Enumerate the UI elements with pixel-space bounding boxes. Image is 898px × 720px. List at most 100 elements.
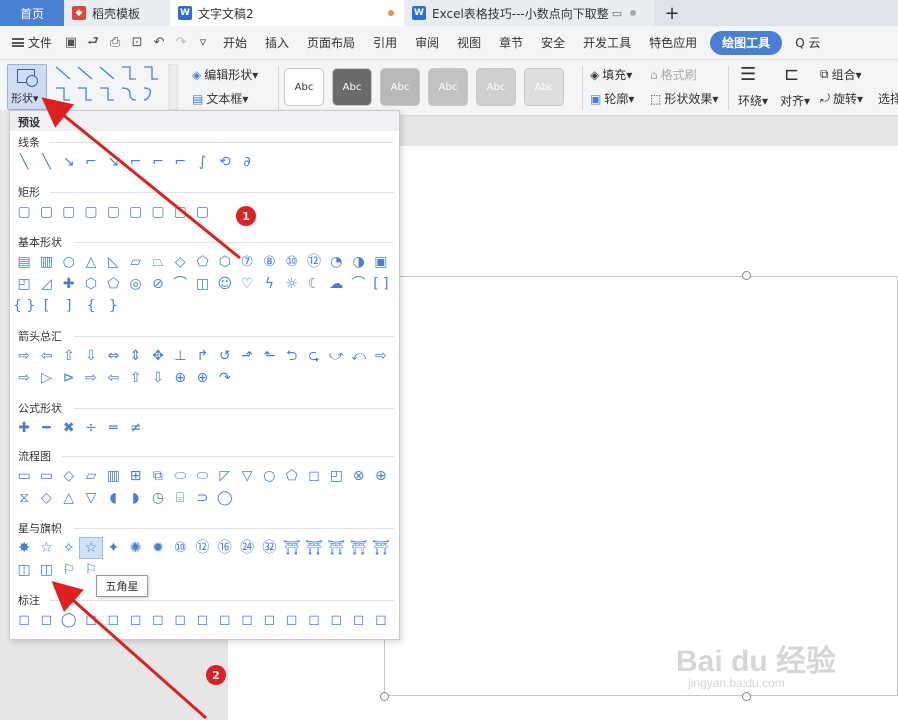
shape-option[interactable]: ▢ — [191, 202, 213, 222]
shape-option[interactable]: ◎ — [124, 274, 146, 294]
shape-option[interactable]: ⬑ — [258, 346, 280, 366]
shape-option[interactable]: ⇦ — [102, 368, 124, 388]
shape-option[interactable]: ↘ — [102, 152, 124, 172]
shape-option[interactable]: ⇨ — [13, 368, 35, 388]
shape-option[interactable]: ━ — [35, 418, 57, 438]
align-icon[interactable]: ⊏ — [784, 64, 799, 85]
shape-option[interactable]: ☼ — [281, 274, 303, 294]
more-icon[interactable]: ▿ — [192, 32, 214, 54]
shape-option[interactable]: ◻ — [169, 610, 191, 630]
shape-option[interactable]: ═ — [102, 418, 124, 438]
shape-option[interactable]: ⤺ — [347, 346, 369, 366]
shape-option[interactable]: ☆ — [78, 537, 104, 559]
shape-option[interactable]: ✦ — [102, 538, 124, 558]
shape-option[interactable]: ⇩ — [80, 346, 102, 366]
shape-option[interactable]: ◫ — [13, 560, 35, 580]
shape-option[interactable]: ◇ — [169, 252, 191, 272]
shape-option[interactable]: ♡ — [236, 274, 258, 294]
shape-option[interactable]: ▢ — [124, 202, 146, 222]
shape-option[interactable]: ↷ — [214, 368, 236, 388]
shape-option[interactable]: ✸ — [13, 538, 35, 558]
shape-option[interactable]: ⌐ — [147, 152, 169, 172]
shape-option[interactable]: ◻ — [124, 610, 146, 630]
shape-option[interactable]: ▣ — [370, 252, 392, 272]
shape-option[interactable]: ∫ — [191, 152, 213, 172]
shape-option[interactable]: ◻ — [370, 610, 392, 630]
export-icon[interactable]: ⮐ — [82, 32, 104, 54]
shape-option[interactable]: ⛩ — [281, 538, 303, 558]
shape-option[interactable]: ⌒ — [347, 274, 369, 294]
shape-option[interactable]: ◻ — [303, 466, 325, 486]
shape-option[interactable]: ▤ — [13, 252, 35, 272]
shape-option[interactable]: ⏢ — [147, 252, 169, 272]
shape-option[interactable]: ▱ — [80, 466, 102, 486]
shape-option[interactable]: ÷ — [80, 418, 102, 438]
shape-option[interactable]: ⛩ — [325, 538, 347, 558]
save-icon[interactable]: ▣ — [60, 32, 82, 54]
shape-effect-button[interactable]: ⬚ 形状效果 ▾ — [650, 90, 718, 107]
shape-option[interactable]: ⛩ — [370, 538, 392, 558]
group-button[interactable]: ⧉ 组合 ▾ — [820, 66, 862, 83]
shape-option[interactable]: ○ — [258, 466, 280, 486]
shape-option[interactable]: ⧖ — [13, 488, 35, 508]
shape-option[interactable]: ⇦ — [35, 346, 57, 366]
shape-option[interactable]: ◯ — [58, 610, 80, 630]
align-button[interactable]: 对齐 ▾ — [780, 92, 810, 109]
shape-option[interactable]: ⌐ — [124, 152, 146, 172]
shape-option[interactable]: ⇩ — [147, 368, 169, 388]
tab-drawing-tools[interactable]: 绘图工具 — [710, 30, 783, 55]
shape-option[interactable]: ⑫ — [303, 252, 325, 272]
shape-option[interactable]: ⊕ — [370, 466, 392, 486]
shape-option[interactable]: ⬡ — [214, 252, 236, 272]
shape-option[interactable]: ✧ — [58, 538, 80, 558]
shape-option[interactable]: ◇ — [35, 488, 57, 508]
search-button[interactable]: Q 云 — [786, 31, 829, 55]
shape-option[interactable]: ⊕ — [169, 368, 191, 388]
shape-option[interactable]: ⇧ — [124, 368, 146, 388]
shape-option[interactable]: ✚ — [13, 418, 35, 438]
shape-option[interactable]: ⛩ — [303, 538, 325, 558]
shape-option[interactable]: ↱ — [191, 346, 213, 366]
shape-option[interactable]: ⬭ — [169, 466, 191, 486]
shape-option[interactable]: ◫ — [35, 560, 57, 580]
shape-option[interactable]: ⌐ — [169, 152, 191, 172]
shape-option[interactable]: ◻ — [347, 610, 369, 630]
file-menu-button[interactable]: 文件 — [0, 34, 60, 51]
shape-option[interactable]: ◑ — [347, 252, 369, 272]
resize-handle[interactable] — [742, 271, 751, 280]
shape-option[interactable]: ▭ — [13, 466, 35, 486]
shape-option[interactable]: ▽ — [80, 488, 102, 508]
shape-option[interactable]: ⬠ — [281, 466, 303, 486]
shape-option[interactable]: ▢ — [147, 202, 169, 222]
style-sample-gray[interactable]: Abc — [380, 68, 420, 106]
shape-option[interactable]: ⑩ — [169, 538, 191, 558]
style-sample-dark[interactable]: Abc — [332, 68, 372, 106]
shape-option[interactable]: ▢ — [13, 202, 35, 222]
shape-option[interactable]: ↺ — [214, 346, 236, 366]
shape-option[interactable]: ⊥ — [169, 346, 191, 366]
shape-option[interactable]: ㉜ — [258, 538, 280, 558]
shape-option[interactable]: ⬡ — [80, 274, 102, 294]
shape-option[interactable]: ◷ — [147, 488, 169, 508]
tab-document[interactable]: W 文字文稿2 — [170, 0, 404, 26]
select-button[interactable]: 选择 — [878, 90, 898, 107]
shape-option[interactable]: ╲ — [13, 152, 35, 172]
format-brush-button[interactable]: ⌂ 格式刷 — [650, 66, 697, 83]
shape-option[interactable]: ◿ — [35, 274, 57, 294]
menu-item[interactable]: 开始 — [214, 31, 256, 55]
shape-option[interactable]: ◇ — [58, 466, 80, 486]
shape-option[interactable]: ◻ — [236, 610, 258, 630]
wrap-button[interactable]: 环绕 ▾ — [738, 92, 768, 109]
menu-item[interactable]: 插入 — [256, 31, 298, 55]
shape-option[interactable]: ⊳ — [58, 368, 80, 388]
shape-option[interactable]: ⊘ — [147, 274, 169, 294]
shape-option[interactable]: ▢ — [102, 202, 124, 222]
menu-item[interactable]: 特色应用 — [640, 31, 706, 55]
shape-option[interactable]: ◺ — [102, 252, 124, 272]
shape-option[interactable]: ≠ — [124, 418, 146, 438]
shape-option[interactable]: ☾ — [303, 274, 325, 294]
shape-option[interactable]: ◻ — [325, 610, 347, 630]
shape-option[interactable]: ◻ — [258, 610, 280, 630]
shape-option[interactable]: ∂ — [236, 152, 258, 172]
shape-option[interactable]: ⇔ — [102, 346, 124, 366]
